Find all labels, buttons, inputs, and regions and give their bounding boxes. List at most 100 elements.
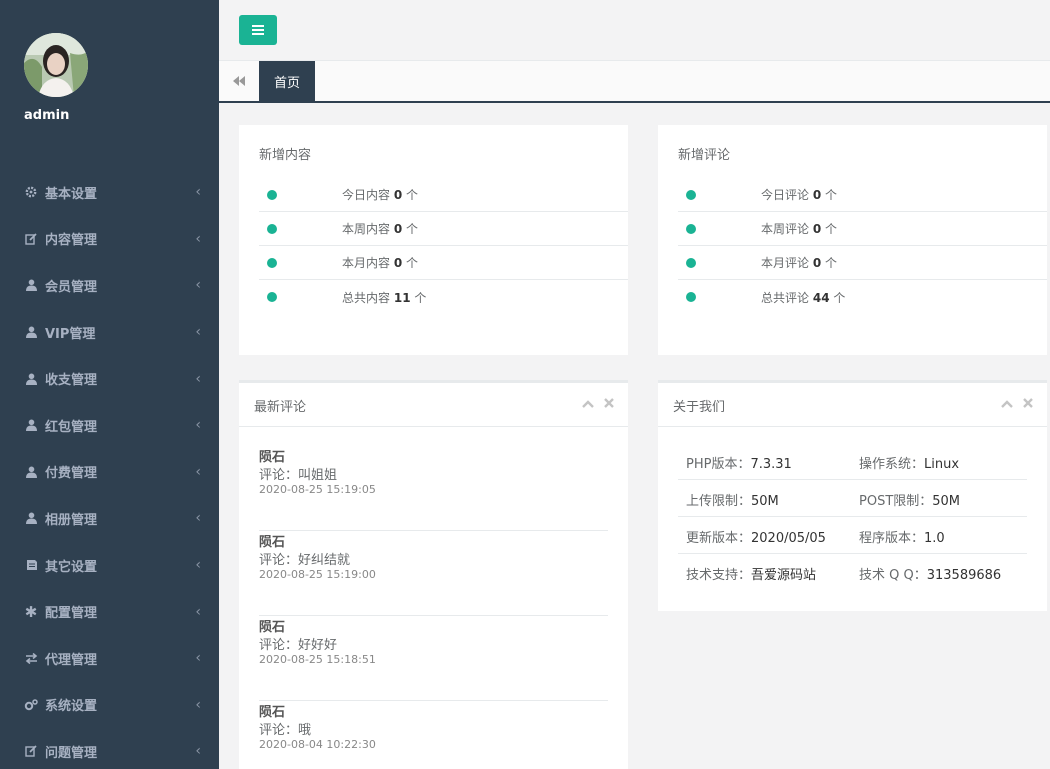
stat-text: 本月评论 0 个 [761, 256, 838, 270]
info-cell: PHP版本：7.3.31 [686, 457, 792, 472]
chevron-left-icon: ‹ [195, 557, 201, 574]
status-dot-icon [267, 189, 277, 200]
edit-icon [24, 232, 38, 246]
tabs-bar: 首页 [219, 61, 1050, 103]
latest-comments-panel: 最新评论 陨石 评论：叫姐姐 2020-08-25 15:19:05 陨石 评论… [239, 380, 628, 769]
new-comments-panel: 新增评论 今日评论 0 个 本周评论 0 个 本月评论 0 个 总共评论 44 … [658, 125, 1047, 355]
gears-icon [24, 698, 38, 712]
sidebar-item-config[interactable]: ✱ 配置管理 ‹ [0, 588, 219, 635]
panel-title: 新增评论 [678, 148, 731, 163]
chevron-left-icon: ‹ [195, 603, 201, 620]
stat-list: 今日内容 0 个 本周内容 0 个 本月内容 0 个 总共内容 11 个 [259, 178, 628, 314]
new-content-panel: 新增内容 今日内容 0 个 本周内容 0 个 本月内容 0 个 总共内容 11 … [239, 125, 628, 355]
tab-home[interactable]: 首页 [259, 61, 315, 101]
panel-tools [582, 397, 614, 411]
status-dot-icon [267, 257, 277, 268]
sidebar-item-other-settings[interactable]: 其它设置 ‹ [0, 542, 219, 589]
stat-row: 本月内容 0 个 [259, 246, 628, 280]
chevron-left-icon: ‹ [195, 743, 201, 760]
info-cell: 更新版本：2020/05/05 [686, 531, 826, 546]
sidebar-item-content[interactable]: 内容管理 ‹ [0, 216, 219, 263]
sidebar-item-label: 内容管理 [45, 233, 98, 249]
menu-toggle-button[interactable] [239, 15, 277, 45]
sidebar-item-paid[interactable]: 付费管理 ‹ [0, 449, 219, 496]
backward-icon [233, 76, 245, 86]
comment-author: 陨石 [259, 705, 286, 720]
gear-icon [24, 185, 38, 199]
stat-text: 本周内容 0 个 [342, 222, 419, 236]
about-panel: 关于我们 PHP版本：7.3.31 操作系统：Linux 上传限制：50M PO… [658, 380, 1047, 611]
chevron-up-icon[interactable] [582, 397, 594, 411]
user-icon [24, 511, 38, 525]
comment-text: 评论：叫姐姐 [259, 468, 338, 483]
avatar[interactable] [24, 33, 88, 97]
info-row: 更新版本：2020/05/05 程序版本：1.0 [678, 517, 1027, 554]
sidebar: admin 基本设置 ‹ 内容管理 ‹ 会员管理 ‹ VIP管理 ‹ 收支管理 … [0, 0, 219, 769]
panel-title: 关于我们 [673, 400, 726, 415]
sidebar-item-label: 代理管理 [45, 652, 98, 668]
panel-header: 关于我们 [658, 380, 1047, 427]
close-icon[interactable] [604, 397, 614, 411]
panel-header: 最新评论 [239, 380, 628, 427]
sidebar-item-album[interactable]: 相册管理 ‹ [0, 495, 219, 542]
info-row: 上传限制：50M POST限制：50M [678, 480, 1027, 517]
tab-scroll-left-button[interactable] [219, 61, 259, 101]
chevron-up-icon[interactable] [1001, 397, 1013, 411]
info-cell: 程序版本：1.0 [859, 531, 945, 546]
stat-text: 本月内容 0 个 [342, 256, 419, 270]
sidebar-item-members[interactable]: 会员管理 ‹ [0, 262, 219, 309]
info-cell: POST限制：50M [859, 494, 961, 509]
list-item: 陨石 评论：叫姐姐 2020-08-25 15:19:05 [259, 446, 608, 531]
info-cell: 技术 Q Q：313589686 [859, 568, 1002, 583]
info-cell: 上传限制：50M [686, 494, 779, 509]
comment-time: 2020-08-04 10:22:30 [259, 738, 376, 751]
comment-time: 2020-08-25 15:19:05 [259, 483, 376, 496]
admin-name[interactable]: admin [24, 108, 219, 123]
chevron-left-icon: ‹ [195, 463, 201, 480]
sidebar-item-agent[interactable]: 代理管理 ‹ [0, 635, 219, 682]
sidebar-item-basic-settings[interactable]: 基本设置 ‹ [0, 169, 219, 216]
sidebar-item-label: 系统设置 [45, 699, 98, 715]
panel-tools [1001, 397, 1033, 411]
sidebar-item-vip[interactable]: VIP管理 ‹ [0, 309, 219, 356]
chevron-left-icon: ‹ [195, 417, 201, 434]
comment-author: 陨石 [259, 450, 286, 465]
status-dot-icon [686, 257, 696, 268]
sidebar-item-label: VIP管理 [45, 326, 96, 342]
status-dot-icon [267, 292, 277, 302]
sidebar-item-questions[interactable]: 问题管理 ‹ [0, 728, 219, 769]
chevron-left-icon: ‹ [195, 510, 201, 527]
user-icon [24, 418, 38, 432]
sidebar-item-finance[interactable]: 收支管理 ‹ [0, 355, 219, 402]
sidebar-item-redpacket[interactable]: 红包管理 ‹ [0, 402, 219, 449]
close-icon[interactable] [1023, 397, 1033, 411]
stat-row: 今日内容 0 个 [259, 178, 628, 212]
sidebar-nav: 基本设置 ‹ 内容管理 ‹ 会员管理 ‹ VIP管理 ‹ 收支管理 ‹ 红包管理… [0, 169, 219, 769]
comment-time: 2020-08-25 15:18:51 [259, 653, 376, 666]
sidebar-item-system-settings[interactable]: 系统设置 ‹ [0, 682, 219, 729]
exchange-icon [24, 651, 38, 665]
panel-title: 最新评论 [254, 400, 307, 415]
sidebar-item-label: 配置管理 [45, 606, 98, 622]
user-icon [24, 465, 38, 479]
stat-row: 本周评论 0 个 [678, 212, 1047, 246]
info-cell: 操作系统：Linux [859, 457, 960, 472]
topbar [219, 0, 1050, 61]
profile: admin [0, 0, 219, 150]
sidebar-item-label: 会员管理 [45, 279, 98, 295]
chevron-left-icon: ‹ [195, 277, 201, 294]
stat-row: 今日评论 0 个 [678, 178, 1047, 212]
user-icon [24, 325, 38, 339]
support-link[interactable]: 吾爱源码站 [751, 568, 816, 583]
status-dot-icon [686, 189, 696, 200]
edit-icon [24, 744, 38, 758]
sidebar-item-label: 相册管理 [45, 512, 98, 528]
status-dot-icon [686, 223, 696, 234]
book-icon [24, 558, 38, 572]
list-item: 陨石 评论：哦 2020-08-04 10:22:30 [259, 701, 608, 769]
stat-list: 今日评论 0 个 本周评论 0 个 本月评论 0 个 总共评论 44 个 [678, 178, 1047, 314]
info-cell: 技术支持：吾爱源码站 [686, 568, 817, 583]
comment-text: 评论：好纠结就 [259, 553, 351, 568]
sidebar-item-label: 收支管理 [45, 373, 98, 389]
stat-row: 总共内容 11 个 [259, 280, 628, 314]
